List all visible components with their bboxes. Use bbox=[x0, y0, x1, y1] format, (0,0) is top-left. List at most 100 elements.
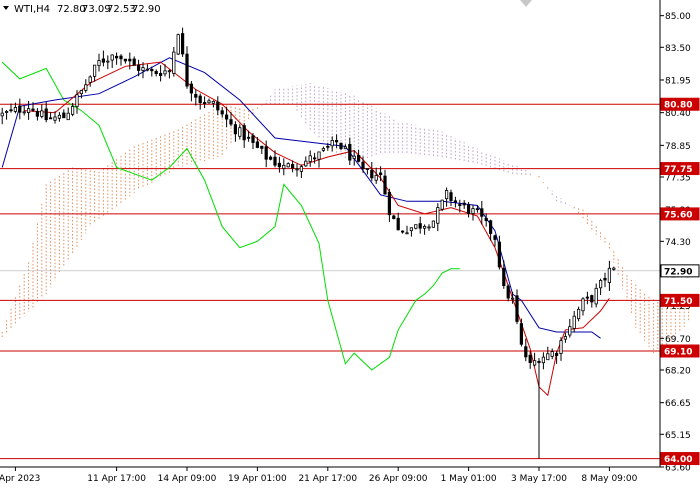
candle-body bbox=[387, 191, 392, 216]
candlesticks bbox=[0, 27, 616, 459]
candle-body bbox=[418, 223, 422, 229]
candle-body bbox=[260, 145, 264, 149]
level-badge-label: 77.75 bbox=[664, 165, 692, 175]
candle-body bbox=[44, 108, 48, 121]
candle-body bbox=[207, 100, 211, 104]
candle-body bbox=[436, 207, 440, 224]
candle-body bbox=[211, 100, 216, 104]
candle-body bbox=[537, 360, 541, 363]
candle-body bbox=[255, 141, 260, 148]
candle-body bbox=[378, 172, 383, 175]
candle-body bbox=[365, 168, 370, 170]
candle-body bbox=[220, 110, 224, 115]
level-badge-label: 80.80 bbox=[664, 101, 692, 111]
candle-body bbox=[352, 155, 356, 159]
candle-body bbox=[273, 156, 277, 166]
collapse-arrow-icon[interactable] bbox=[520, 0, 532, 7]
candle-body bbox=[224, 114, 229, 120]
candle-body bbox=[233, 124, 238, 135]
candle-body bbox=[308, 155, 312, 162]
candle-body bbox=[9, 109, 13, 112]
candle-body bbox=[581, 298, 585, 312]
candle-body bbox=[563, 336, 568, 340]
candle-body bbox=[528, 354, 532, 364]
candle-body bbox=[488, 220, 493, 234]
y-tick-label: 74.30 bbox=[665, 238, 691, 248]
chevron-down-icon[interactable] bbox=[3, 6, 9, 10]
candle-body bbox=[444, 190, 449, 200]
chikou-span-line bbox=[1, 61, 460, 371]
candle-body bbox=[66, 112, 70, 121]
candle-body bbox=[462, 202, 466, 206]
candle-body bbox=[374, 175, 378, 181]
candle-body bbox=[145, 68, 150, 71]
candle-body bbox=[22, 111, 26, 114]
candle-body bbox=[154, 70, 158, 74]
candle-body bbox=[277, 162, 282, 168]
candle-body bbox=[299, 166, 304, 172]
candle-body bbox=[480, 208, 484, 217]
candle-body bbox=[497, 241, 502, 268]
ichimoku-cloud bbox=[1, 83, 690, 354]
y-tick-label: 85.00 bbox=[665, 12, 691, 22]
candle-body bbox=[110, 54, 114, 61]
level-badge-label: 64.00 bbox=[664, 455, 692, 465]
candle-body bbox=[572, 315, 576, 329]
candle-body bbox=[576, 308, 581, 320]
candle-body bbox=[62, 112, 66, 119]
candle-body bbox=[414, 224, 418, 229]
candle-body bbox=[290, 164, 295, 169]
candle-body bbox=[598, 280, 603, 289]
candle-body bbox=[321, 148, 326, 151]
candle-body bbox=[79, 89, 84, 95]
candle-body bbox=[123, 58, 128, 62]
candle-body bbox=[546, 353, 550, 361]
current-price-badge-label: 72.90 bbox=[664, 267, 692, 277]
candle-body bbox=[370, 169, 374, 179]
candle-body bbox=[312, 157, 317, 160]
candle-body bbox=[251, 135, 255, 143]
candle-body bbox=[0, 112, 4, 117]
candle-body bbox=[40, 110, 44, 117]
candle-body bbox=[70, 106, 75, 115]
candle-body bbox=[493, 235, 497, 240]
y-tick-label: 69.70 bbox=[665, 335, 691, 345]
candle-body bbox=[607, 267, 612, 283]
candle-body bbox=[475, 208, 480, 211]
candle-body bbox=[202, 102, 207, 105]
y-tick-label: 83.50 bbox=[665, 44, 691, 54]
axes: 85.0083.5081.9580.4078.8577.3575.8074.30… bbox=[0, 0, 700, 484]
candle-body bbox=[471, 208, 475, 214]
candle-body bbox=[405, 232, 409, 235]
candle-body bbox=[431, 220, 436, 228]
candle-body bbox=[466, 204, 471, 214]
level-badge-label: 71.50 bbox=[664, 297, 692, 307]
y-tick-label: 65.15 bbox=[665, 431, 691, 441]
candle-body bbox=[185, 53, 189, 87]
candle-body bbox=[132, 58, 136, 66]
candle-body bbox=[286, 163, 290, 168]
x-tick-label: 1 May 01:00 bbox=[441, 474, 497, 484]
candle-body bbox=[150, 69, 154, 72]
candle-body bbox=[97, 60, 101, 67]
candle-body bbox=[484, 217, 488, 222]
candle-body bbox=[167, 70, 172, 73]
x-tick-label: 21 Apr 17:00 bbox=[298, 474, 357, 484]
candle-body bbox=[422, 225, 427, 229]
candle-body bbox=[216, 101, 220, 111]
candle-body bbox=[568, 326, 572, 336]
candle-body bbox=[18, 105, 22, 113]
candle-body bbox=[554, 353, 559, 356]
candle-body bbox=[449, 192, 453, 201]
candle-body bbox=[339, 142, 343, 150]
candle-body bbox=[172, 51, 176, 74]
candle-body bbox=[550, 351, 554, 357]
candle-body bbox=[106, 60, 110, 63]
x-tick-label: 19 Apr 01:00 bbox=[228, 474, 287, 484]
level-badge-label: 69.10 bbox=[664, 348, 692, 358]
symbol-label: WTI,H4 bbox=[14, 4, 50, 15]
x-tick-label: 3 May 17:00 bbox=[511, 474, 567, 484]
candle-body bbox=[189, 83, 194, 94]
candle-body bbox=[603, 277, 607, 281]
chart-root: 85.0083.5081.9580.4078.8577.3575.8074.30… bbox=[0, 0, 700, 500]
